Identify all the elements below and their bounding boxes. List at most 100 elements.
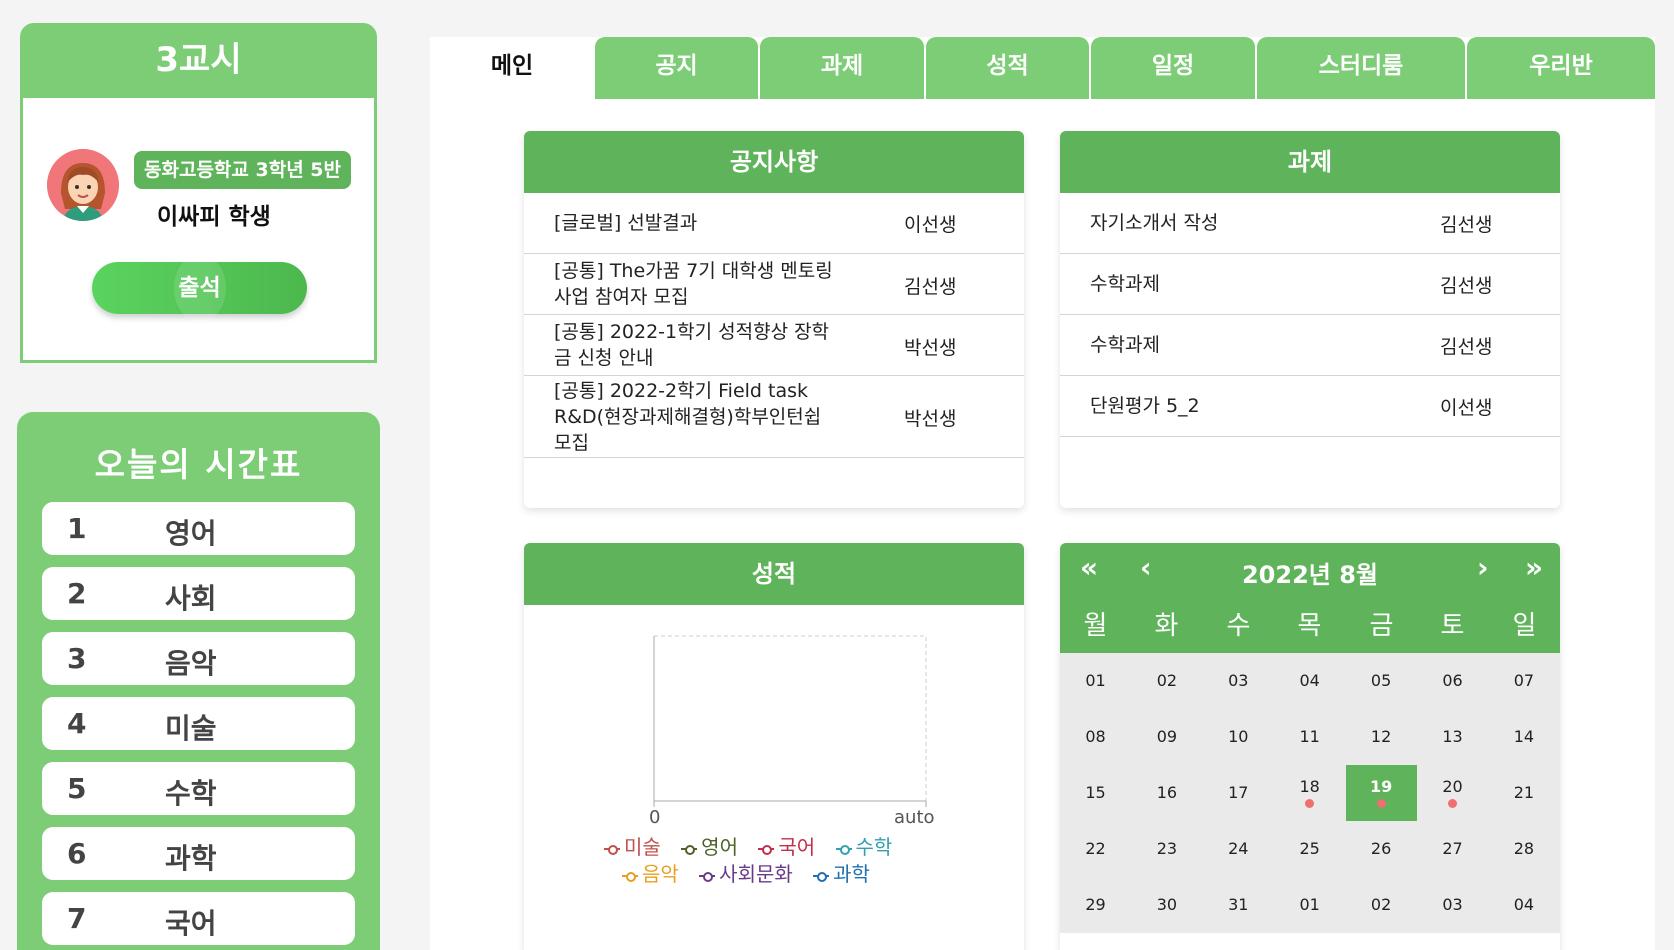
period-number: 4	[67, 707, 87, 740]
calendar-day[interactable]: 03	[1203, 653, 1274, 709]
calendar-day[interactable]: 02	[1131, 653, 1202, 709]
legend-item[interactable]: 영어	[681, 831, 738, 860]
timetable-row[interactable]: 5 수학	[42, 762, 355, 815]
calendar-day-number: 15	[1085, 783, 1106, 802]
homework-row[interactable]: 수학과제 김선생	[1060, 254, 1560, 315]
calendar-day[interactable]: 03	[1417, 877, 1488, 933]
legend-item[interactable]: 과학	[813, 858, 870, 887]
timetable-row[interactable]: 3 음악	[42, 632, 355, 685]
legend-item[interactable]: 수학	[835, 831, 893, 860]
notice-row-title: [글로벌] 선발결과	[554, 212, 698, 234]
calendar-day-number: 05	[1370, 671, 1392, 690]
legend-marker-icon	[681, 844, 698, 855]
calendar-day-number: 17	[1228, 783, 1249, 802]
calendar-day[interactable]: 04	[1274, 653, 1345, 709]
timetable-row[interactable]: 2 사회	[42, 567, 355, 620]
calendar-day-number: 27	[1442, 839, 1463, 858]
timetable-row[interactable]: 7 국어	[42, 892, 355, 945]
calendar-day-number: 31	[1228, 895, 1249, 914]
tab-notice[interactable]: 공지	[595, 37, 758, 99]
legend-item[interactable]: 사회문화	[699, 858, 793, 887]
timetable-row[interactable]: 6 과학	[42, 827, 355, 880]
calendar-day[interactable]: 01	[1060, 653, 1131, 709]
calendar-day[interactable]: 22	[1060, 821, 1131, 877]
calendar-day[interactable]: 02	[1346, 877, 1417, 933]
homework-row-title: 자기소개서 작성	[1090, 212, 1219, 234]
notice-row[interactable]: [공통] The가꿈 7기 대학생 멘토링 사업 참여자 모집 김선생	[524, 254, 1024, 315]
notice-row-title: [공통] The가꿈 7기 대학생 멘토링 사업 참여자 모집	[554, 260, 833, 308]
notice-row[interactable]: [공통] 2022-2학기 Field task R&D(현장과제해결형)학부인…	[524, 376, 1024, 458]
calendar-day[interactable]: 11	[1274, 709, 1345, 765]
calendar-day[interactable]: 23	[1131, 821, 1202, 877]
calendar-day[interactable]: 05	[1346, 653, 1417, 709]
calendar-day[interactable]: 15	[1060, 765, 1131, 821]
calendar-day[interactable]: 14	[1488, 709, 1559, 765]
calendar-day-number: 12	[1370, 727, 1392, 746]
calendar-day[interactable]: 28	[1488, 821, 1559, 877]
tab-schedule[interactable]: 일정	[1091, 37, 1255, 99]
calendar-day-number: 22	[1085, 839, 1106, 858]
legend-item[interactable]: 미술	[604, 831, 661, 860]
next-year-button[interactable]: »	[1525, 551, 1543, 584]
homework-row[interactable]: 자기소개서 작성 김선생	[1060, 193, 1560, 254]
calendar-grid: 01 02 03 04 05 06 07 08 09 10 11 12 13 14 15 16 17 18 19 20…	[1060, 653, 1560, 933]
notice-row[interactable]: [글로벌] 선발결과 이선생	[524, 193, 1024, 254]
calendar-day-number: 07	[1513, 671, 1535, 690]
tab-grades[interactable]: 성적	[926, 37, 1089, 99]
calendar-day[interactable]: 30	[1131, 877, 1202, 933]
legend-label: 과학	[833, 862, 870, 886]
calendar-day[interactable]: 18	[1274, 765, 1345, 821]
chart-legend-row-1: 미술 영어 국어 수학	[604, 831, 906, 860]
calendar-day[interactable]: 08	[1060, 709, 1131, 765]
calendar-day[interactable]: 06	[1417, 653, 1488, 709]
calendar-day-number: 14	[1513, 727, 1535, 746]
calendar-day-number: 16	[1156, 783, 1178, 802]
calendar-day[interactable]: 27	[1417, 821, 1488, 877]
period-card: 3교시 동화고등학교 3학년 5반 이싸피 학생 출석	[20, 23, 377, 363]
subject-name: 과학	[165, 842, 217, 875]
tab-homework[interactable]: 과제	[760, 37, 924, 99]
calendar-day[interactable]: 04	[1488, 877, 1559, 933]
calendar-day[interactable]: 31	[1203, 877, 1274, 933]
calendar-day[interactable]: 09	[1131, 709, 1202, 765]
subject-name: 영어	[165, 517, 217, 550]
tab-our-class[interactable]: 우리반	[1467, 37, 1655, 99]
weekday-label: 화	[1154, 611, 1179, 641]
next-month-button[interactable]: ›	[1477, 551, 1489, 584]
timetable-row[interactable]: 4 미술	[42, 697, 355, 750]
calendar-day-number: 18	[1299, 777, 1320, 796]
calendar-day-number: 08	[1085, 727, 1106, 746]
calendar-day[interactable]: 19	[1345, 765, 1417, 821]
calendar-day[interactable]: 07	[1488, 653, 1559, 709]
calendar-day-number: 29	[1085, 895, 1106, 914]
calendar-day[interactable]: 12	[1346, 709, 1417, 765]
timetable-card: 오늘의 시간표 1 영어 2 사회 3 음악 4 미술 5 수학 6 과학 7 국어	[17, 412, 380, 950]
legend-label: 수학	[855, 835, 893, 859]
calendar-day[interactable]: 21	[1488, 765, 1559, 821]
tab-bar: 메인 공지 과제 성적 일정 스터디룸 우리반	[430, 37, 1655, 99]
calendar-day[interactable]: 16	[1131, 765, 1202, 821]
calendar-day[interactable]: 25	[1274, 821, 1345, 877]
calendar-day[interactable]: 20	[1417, 765, 1488, 821]
weekday-label: 월	[1083, 611, 1108, 641]
tab-main[interactable]: 메인	[430, 37, 594, 99]
calendar-day[interactable]: 29	[1060, 877, 1131, 933]
legend-item[interactable]: 음악	[622, 858, 679, 887]
calendar-day-number: 23	[1156, 839, 1178, 858]
calendar-day[interactable]: 26	[1346, 821, 1417, 877]
homework-row[interactable]: 수학과제 김선생	[1060, 315, 1560, 376]
calendar-day[interactable]: 10	[1203, 709, 1274, 765]
notice-row-writer: 김선생	[904, 276, 957, 298]
calendar-day[interactable]: 17	[1203, 765, 1274, 821]
calendar-day[interactable]: 01	[1274, 877, 1345, 933]
attendance-button[interactable]: 출석	[92, 254, 307, 322]
calendar-day[interactable]: 13	[1417, 709, 1488, 765]
timetable-row[interactable]: 1 영어	[42, 502, 355, 555]
legend-item[interactable]: 국어	[758, 831, 815, 860]
tab-study-room[interactable]: 스터디룸	[1257, 37, 1465, 99]
grades-card: 성적 0 auto 미술 영어 국어 수학 음악 사회문화 과학	[524, 543, 1024, 950]
homework-row[interactable]: 단원평가 5_2 이선생	[1060, 376, 1560, 437]
notice-row[interactable]: [공통] 2022-1학기 성적향상 장학금 신청 안내 박선생	[524, 315, 1024, 376]
homework-row-writer: 이선생	[1440, 397, 1493, 419]
calendar-day[interactable]: 24	[1203, 821, 1274, 877]
